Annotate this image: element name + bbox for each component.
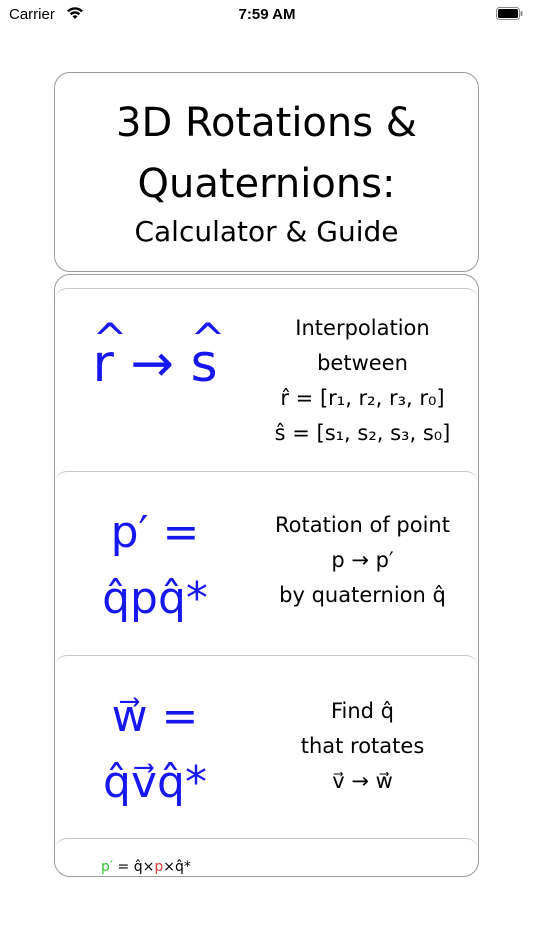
app-subtitle: Calculator & Guide (134, 215, 399, 248)
battery-icon (496, 7, 523, 20)
desc-line: that rotates (300, 734, 425, 758)
formula-line: q̂v⃗q̂* (103, 757, 207, 808)
rotation-description: Rotation of point p → p′ by quaternion q… (245, 508, 478, 613)
desc-line: between (317, 351, 408, 375)
find-rotation-description: Find q̂ that rotates v⃗ → w⃗ (245, 694, 478, 799)
list-item-partial[interactable]: p′ = q̂×p×q̂* (55, 838, 478, 876)
interpolation-description: Interpolation between r̂ = [r₁, r₂, r₃, … (245, 311, 478, 451)
desc-line: v⃗ → w⃗ (332, 769, 393, 793)
app-title-line2: Quaternions: (137, 161, 396, 207)
formula-part: ×q̂* (163, 859, 191, 875)
formula-line: q̂pq̂* (102, 573, 208, 624)
r-hat: r (92, 304, 114, 399)
list-item-find-rotation[interactable]: w⃗ = q̂v⃗q̂* Find q̂ that rotates v⃗ → w… (55, 655, 478, 840)
find-rotation-formula: w⃗ = q̂v⃗q̂* (55, 684, 255, 816)
app-title-line1: 3D Rotations & (116, 100, 417, 146)
topic-list[interactable]: r → s Interpolation between r̂ = [r₁, r₂… (54, 274, 479, 877)
desc-line: p → p′ (331, 548, 394, 572)
s-hat: s (190, 304, 217, 399)
partial-formula: p′ = q̂×p×q̂* (101, 859, 191, 875)
list-item-rotation-of-point[interactable]: p′ = q̂pq̂* Rotation of point p → p′ by … (55, 471, 478, 656)
desc-line: ŝ = [s₁, s₂, s₃, s₀] (274, 421, 451, 445)
desc-line: by quaternion q̂ (279, 583, 446, 607)
p-prime: p′ (101, 859, 114, 875)
formula-part: = q̂× (113, 859, 155, 875)
status-bar: Carrier 7:59 AM (0, 0, 534, 30)
formula-line: p′ = (110, 507, 200, 558)
desc-line: r̂ = [r₁, r₂, r₃, r₀] (280, 386, 445, 410)
list-item-interpolation[interactable]: r → s Interpolation between r̂ = [r₁, r₂… (55, 288, 478, 473)
desc-line: Interpolation (295, 316, 430, 340)
clock: 7:59 AM (238, 6, 296, 23)
formula-line: w⃗ = (111, 691, 199, 742)
desc-line: Rotation of point (275, 513, 450, 537)
rotation-formula: p′ = q̂pq̂* (55, 500, 255, 632)
desc-line: Find q̂ (330, 699, 395, 723)
p: p (154, 859, 164, 875)
title-card: 3D Rotations & Quaternions: Calculator &… (54, 72, 479, 272)
interpolation-formula: r → s (55, 304, 255, 399)
